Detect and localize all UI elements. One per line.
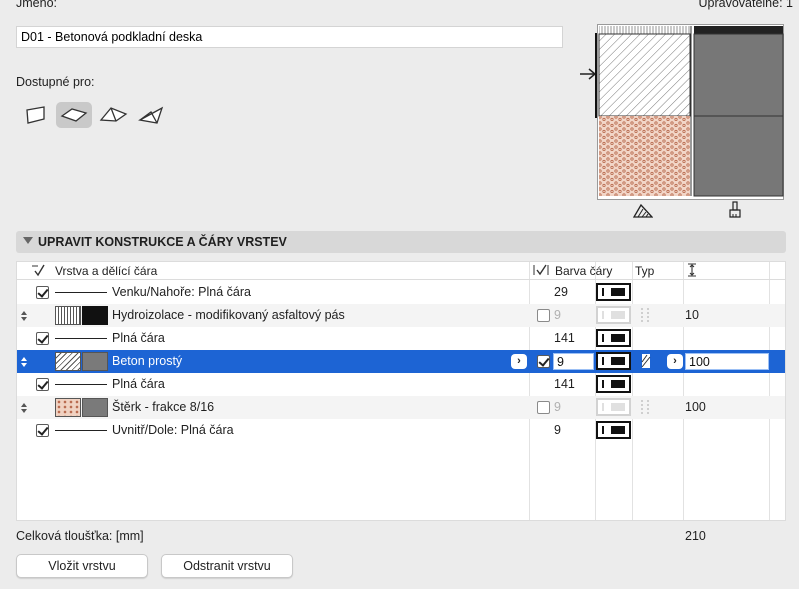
drag-handle-icon[interactable] <box>21 403 28 413</box>
pen-swatch[interactable] <box>596 306 631 324</box>
remove-layer-button[interactable]: Odstranit vrstvu <box>161 554 293 578</box>
pen-swatch[interactable] <box>596 375 631 393</box>
row-visibility-checkbox[interactable] <box>36 332 49 345</box>
fill-swatch[interactable] <box>82 306 108 325</box>
pen-number-field[interactable]: 9 <box>553 353 594 370</box>
expand-arrow-icon[interactable]: › <box>511 354 527 369</box>
row-label: Venku/Nahoře: Plná čára <box>112 285 251 299</box>
pen-swatch[interactable] <box>596 283 631 301</box>
section-header[interactable]: UPRAVIT KONSTRUKCE A ČÁRY VRSTEV <box>16 231 786 253</box>
row-label: Plná čára <box>112 331 165 345</box>
header-layer[interactable]: Vrstva a dělící čára <box>55 264 157 278</box>
drag-handle-icon[interactable] <box>21 357 28 367</box>
insert-layer-button[interactable]: Vložit vrstvu <box>16 554 148 578</box>
thickness-icon[interactable] <box>687 263 697 280</box>
pen-swatch[interactable] <box>596 352 631 370</box>
row-visibility-checkbox[interactable] <box>36 378 49 391</box>
row-label: Uvnitř/Dole: Plná čára <box>112 423 234 437</box>
available-for-label: Dostupné pro: <box>16 75 95 89</box>
thickness-field[interactable]: 100 <box>685 353 769 370</box>
pen-checkbox[interactable] <box>537 401 550 414</box>
row-visibility-checkbox[interactable] <box>36 424 49 437</box>
section-title: UPRAVIT KONSTRUKCE A ČÁRY VRSTEV <box>38 235 287 249</box>
table-header: Vrstva a dělící čára Barva čáry Typ <box>17 262 785 280</box>
name-label: Jméno: <box>16 0 57 10</box>
header-type[interactable]: Typ <box>635 264 654 278</box>
pen-number[interactable]: 9 <box>554 400 561 414</box>
header-pen-check-icon[interactable] <box>532 263 550 280</box>
row-label: Štěrk - frakce 8/16 <box>112 400 215 414</box>
thickness-value[interactable]: 10 <box>685 308 699 322</box>
layers-table: Vrstva a dělící čára Barva čáry Typ Venk… <box>16 261 786 521</box>
row-label: Plná čára <box>112 377 165 391</box>
fill-swatch[interactable] <box>55 352 81 371</box>
roof-icon[interactable] <box>96 102 132 128</box>
line-sample <box>55 430 107 431</box>
expand-arrow-icon[interactable]: › <box>667 354 683 369</box>
pen-swatch[interactable] <box>596 421 631 439</box>
hatch-pen-icon[interactable] <box>632 203 654 221</box>
pen-number[interactable]: 9 <box>554 308 561 322</box>
pen-swatch[interactable] <box>596 329 631 347</box>
table-row[interactable]: Plná čára 141 <box>17 327 785 350</box>
structure-preview <box>597 24 784 200</box>
wall-icon[interactable] <box>18 102 54 128</box>
row-label: Hydroizolace - modifikovaný asfaltový pá… <box>112 308 345 322</box>
pen-number[interactable]: 141 <box>554 331 575 345</box>
table-row-selected[interactable]: Beton prostý › 9 › 100 <box>17 350 785 373</box>
line-type-icon[interactable] <box>639 399 651 418</box>
collapse-triangle-icon[interactable] <box>23 237 33 244</box>
table-row[interactable]: Plná čára 141 <box>17 373 785 396</box>
row-visibility-checkbox[interactable] <box>36 286 49 299</box>
table-row[interactable]: Štěrk - frakce 8/16 9 100 <box>17 396 785 419</box>
pen-number[interactable]: 141 <box>554 377 575 391</box>
drag-handle-icon[interactable] <box>21 311 28 321</box>
pen-number[interactable]: 29 <box>554 285 568 299</box>
fill-swatch[interactable] <box>82 352 108 371</box>
name-input[interactable] <box>16 26 563 48</box>
paint-brush-icon[interactable] <box>728 201 742 222</box>
total-thickness-label: Celková tloušťka: [mm] <box>16 529 144 543</box>
slab-icon[interactable] <box>56 102 92 128</box>
table-row[interactable]: Venku/Nahoře: Plná čára 29 <box>17 281 785 304</box>
line-sample <box>55 292 107 293</box>
line-sample <box>55 384 107 385</box>
line-sample <box>55 338 107 339</box>
fill-swatch[interactable] <box>55 398 81 417</box>
pen-number[interactable]: 9 <box>554 423 561 437</box>
table-row[interactable]: Hydroizolace - modifikovaný asfaltový pá… <box>17 304 785 327</box>
line-type-icon[interactable] <box>639 307 651 326</box>
thickness-value[interactable]: 100 <box>685 400 706 414</box>
pen-checkbox[interactable] <box>537 309 550 322</box>
fill-swatch[interactable] <box>55 306 81 325</box>
pen-swatch[interactable] <box>596 398 631 416</box>
pen-checkbox[interactable] <box>537 355 550 368</box>
row-label: Beton prostý <box>112 354 183 368</box>
header-pen-color[interactable]: Barva čáry <box>555 264 612 278</box>
line-type-icon[interactable] <box>641 353 651 372</box>
shell-icon[interactable] <box>134 102 170 128</box>
header-check-icon[interactable] <box>31 263 45 280</box>
table-row[interactable]: Uvnitř/Dole: Plná čára 9 <box>17 419 785 442</box>
editable-count-label: Upravovatelné: 1 <box>698 0 793 10</box>
fill-swatch[interactable] <box>82 398 108 417</box>
total-thickness-value: 210 <box>685 529 706 543</box>
